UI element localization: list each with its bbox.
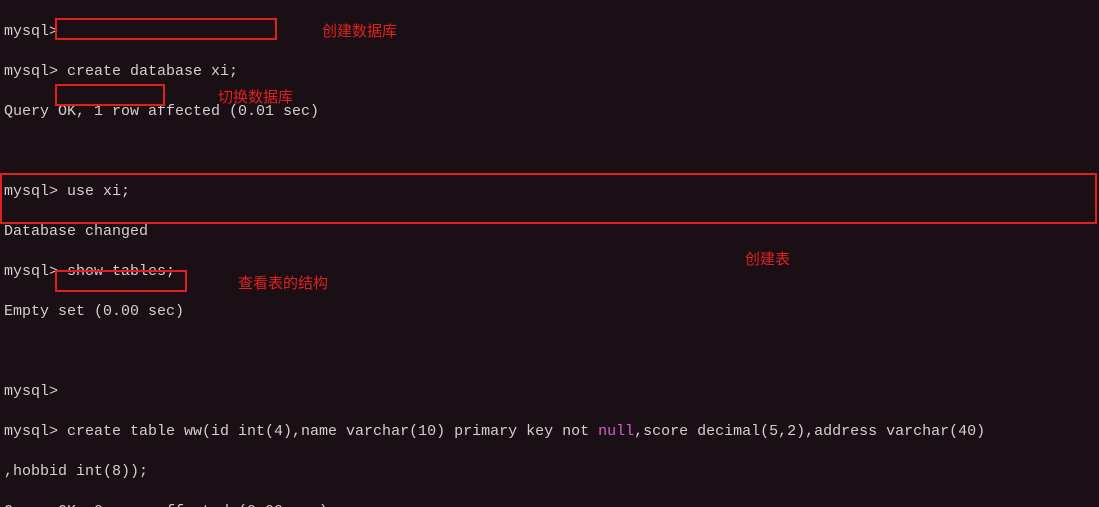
prompt-line: mysql> [4,382,1095,402]
blank-line [4,142,1095,162]
db-changed: Database changed [4,222,1095,242]
query-ok-2: Query OK, 0 rows affected (0.00 sec) [4,502,1095,507]
create-table-text-a: mysql> create table ww(id int(4),name va… [4,423,598,440]
empty-set: Empty set (0.00 sec) [4,302,1095,322]
show-tables-cmd: mysql> show tables; [4,262,1095,282]
create-table-cmd-1: mysql> create table ww(id int(4),name va… [4,422,1095,442]
create-table-cmd-2: ,hobbid int(8)); [4,462,1095,482]
null-keyword: null [598,423,634,440]
query-ok-1: Query OK, 1 row affected (0.01 sec) [4,102,1095,122]
create-database-cmd: mysql> create database xi; [4,62,1095,82]
terminal-output: mysql> mysql> create database xi; Query … [0,0,1099,507]
blank-line [4,342,1095,362]
prompt-line: mysql> [4,22,1095,42]
create-table-text-b: ,score decimal(5,2),address varchar(40) [634,423,985,440]
use-db-cmd: mysql> use xi; [4,182,1095,202]
